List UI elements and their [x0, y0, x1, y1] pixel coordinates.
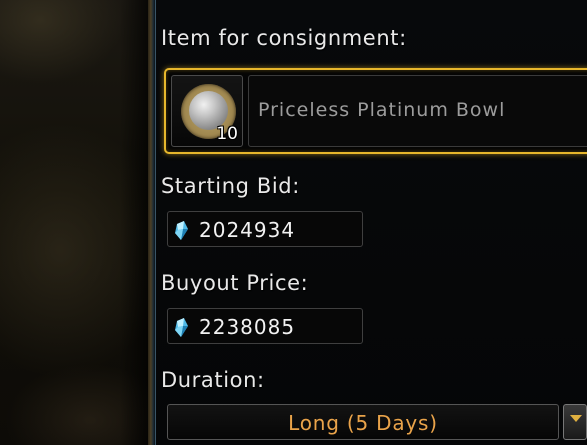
- duration-dropdown[interactable]: Long (5 Days): [167, 404, 559, 440]
- window-frame-edge: [148, 0, 156, 445]
- starting-bid-label: Starting Bid:: [161, 174, 300, 198]
- duration-label: Duration:: [161, 368, 265, 392]
- buyout-price-input[interactable]: 2238085: [167, 308, 363, 344]
- astral-diamond-icon: [175, 221, 188, 240]
- chevron-down-icon: [570, 415, 582, 422]
- game-world-background: [0, 0, 150, 445]
- consignment-item-slot[interactable]: 10 Priceless Platinum Bowl: [164, 68, 587, 154]
- item-for-consignment-label: Item for consignment:: [161, 26, 407, 50]
- consignment-panel: Item for consignment: 10 Priceless Plati…: [156, 0, 587, 445]
- item-quantity: 10: [216, 124, 238, 144]
- starting-bid-input[interactable]: 2024934: [167, 211, 363, 247]
- duration-selected-value: Long (5 Days): [288, 411, 438, 435]
- duration-dropdown-button[interactable]: [563, 404, 587, 440]
- item-name-field: Priceless Platinum Bowl: [248, 75, 587, 147]
- game-screen: Item for consignment: 10 Priceless Plati…: [0, 0, 587, 445]
- item-name: Priceless Platinum Bowl: [258, 99, 506, 121]
- buyout-price-label: Buyout Price:: [161, 271, 309, 295]
- item-icon-slot[interactable]: 10: [171, 75, 243, 147]
- astral-diamond-icon: [175, 318, 188, 337]
- starting-bid-value: 2024934: [199, 218, 296, 242]
- buyout-price-value: 2238085: [199, 315, 296, 339]
